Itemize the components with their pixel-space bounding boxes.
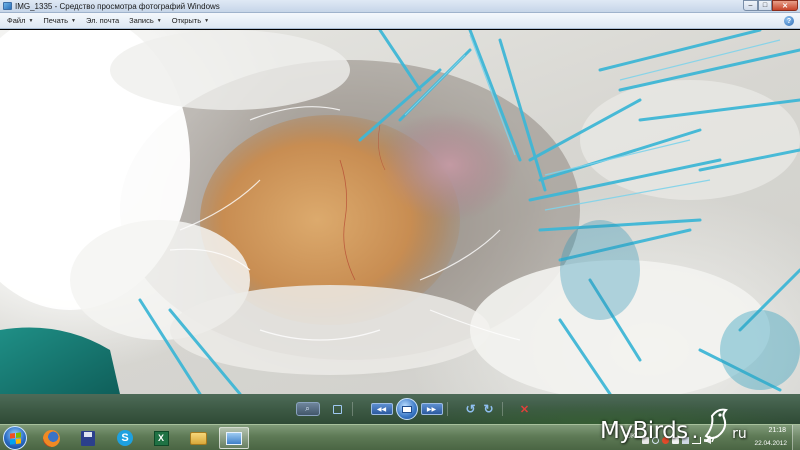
photo-viewer-icon [3,2,12,10]
actual-size-button[interactable] [328,401,348,417]
taskbar-app-save[interactable] [73,427,103,449]
chevron-down-icon: ▼ [204,17,210,24]
chevron-down-icon: ▼ [156,17,162,24]
viewer-control-bar: ⌕ ◀◀ ▶▶ ↺ ↻ ✕ [0,394,800,424]
start-button[interactable] [3,426,27,450]
keyboard-icon[interactable] [642,437,649,444]
flag-icon[interactable] [672,437,679,444]
divider [351,402,353,416]
windows-logo-icon [9,431,21,445]
excel-icon: X [153,430,169,446]
battery-icon[interactable] [682,437,689,444]
taskbar-app-explorer[interactable] [183,427,213,449]
network-globe-icon[interactable] [652,437,659,444]
previous-button[interactable]: ◀◀ [370,403,393,415]
taskbar-app-photo-viewer[interactable] [219,427,249,449]
taskbar: S X UK 21:18 22.04.2012 [0,424,800,450]
minimize-button[interactable]: – [743,0,758,11]
floppy-disk-icon [81,430,95,446]
menu-open[interactable]: Открыть ▼ [167,14,214,28]
system-tray: UK 21:18 22.04.2012 [600,425,800,450]
skype-icon: S [117,430,133,446]
firefox-icon [42,429,60,447]
menu-burn[interactable]: Запись ▼ [124,14,167,28]
menu-print-label: Печать [43,16,68,25]
menu-email-label: Эл. почта [85,16,120,25]
menu-file-label: Файл [7,16,26,25]
divider [446,402,448,416]
menu-file[interactable]: Файл ▼ [2,14,38,28]
language-indicator[interactable]: UK [626,433,636,440]
photo-viewer-icon [226,431,242,445]
menu-email[interactable]: Эл. почта [81,14,124,28]
menu-bar: Файл ▼ Печать ▼ Эл. почта Запись ▼ Откры… [0,13,800,29]
show-desktop-button[interactable] [792,425,800,450]
clock-time[interactable]: 21:18 [768,427,786,435]
taskbar-app-excel[interactable]: X [146,427,176,449]
menu-burn-label: Запись [129,16,154,25]
help-icon[interactable]: ? [784,16,794,26]
rotate-right-icon[interactable]: ↻ [480,401,498,417]
signal-icon[interactable] [692,437,701,444]
menu-print[interactable]: Печать ▼ [38,14,81,28]
next-button[interactable]: ▶▶ [420,403,443,415]
menu-open-label: Открыть [171,16,202,25]
viewer-controls: ⌕ ◀◀ ▶▶ ↺ ↻ ✕ [295,398,535,420]
slideshow-button[interactable] [395,398,418,420]
fit-window-icon [333,404,342,414]
photo-viewport[interactable] [0,30,800,394]
window-controls: – □ ✕ [743,0,798,12]
clock-date[interactable]: 22.04.2012 [754,440,787,447]
antivirus-icon[interactable] [662,437,669,444]
taskbar-app-firefox[interactable] [36,427,66,449]
bird-skin-photo [0,30,800,394]
zoom-icon[interactable]: ⌕ [295,402,320,416]
chevron-down-icon: ▼ [70,17,76,24]
volume-icon[interactable] [704,437,711,444]
chevron-down-icon: ▼ [28,17,34,24]
rotate-left-icon[interactable]: ↺ [462,401,480,417]
title-bar: IMG_1335 - Средство просмотра фотографий… [0,0,800,13]
delete-icon[interactable]: ✕ [515,401,535,417]
divider [501,402,503,416]
close-button[interactable]: ✕ [772,0,798,11]
maximize-button[interactable]: □ [758,0,772,11]
folder-icon [189,431,207,445]
taskbar-app-skype[interactable]: S [110,427,140,449]
slideshow-icon [401,405,412,413]
window-title: IMG_1335 - Средство просмотра фотографий… [15,1,220,11]
